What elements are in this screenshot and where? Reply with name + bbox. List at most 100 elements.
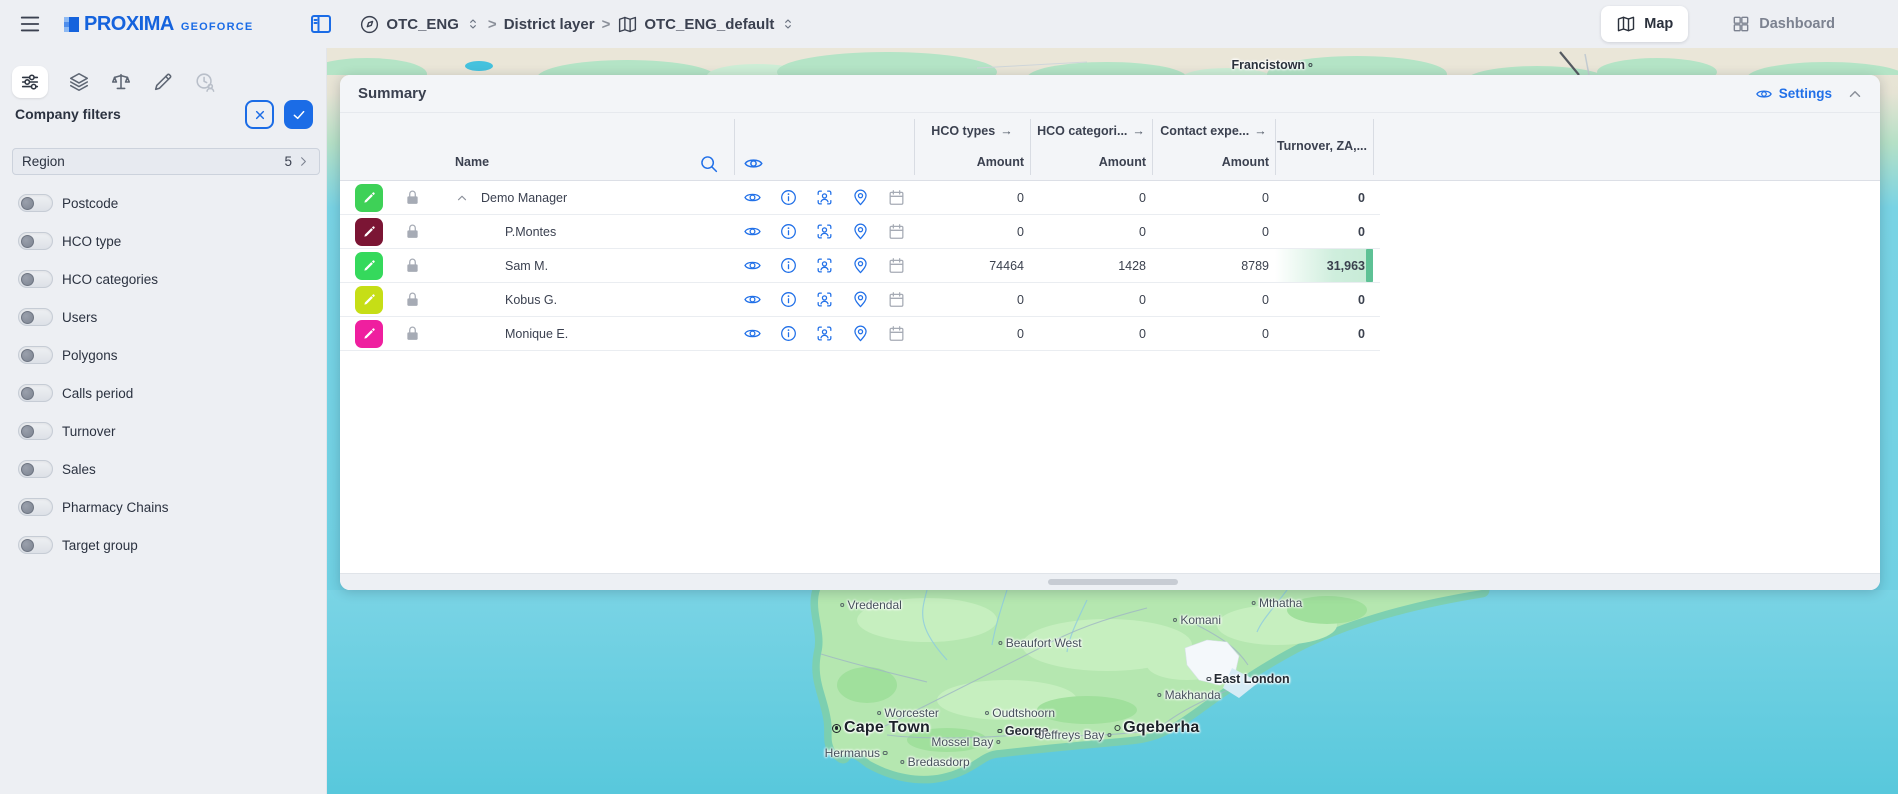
map-canvas[interactable]: VredendalMthathaKomaniBeaufort WestEast … [327, 590, 1898, 794]
column-amount[interactable]: Amount [914, 155, 1030, 173]
breadcrumb-layer[interactable]: District layer [504, 16, 595, 33]
lock-button[interactable] [401, 288, 425, 312]
summary-panel: Summary Settings Name HCO types [340, 75, 1880, 590]
row-info-button[interactable] [776, 186, 800, 210]
row-info-button[interactable] [776, 220, 800, 244]
visibility-column-icon[interactable] [743, 153, 764, 174]
menu-button[interactable] [18, 13, 42, 35]
map-area[interactable]: Francistown [327, 48, 1898, 794]
lock-button[interactable] [401, 322, 425, 346]
toggle-switch[interactable] [18, 194, 53, 212]
color-edit-button[interactable] [355, 218, 383, 246]
lock-button[interactable] [401, 186, 425, 210]
row-visibility-button[interactable] [740, 220, 764, 244]
row-color-cell [340, 215, 390, 248]
table-row[interactable]: Kobus G.0000 [340, 283, 1380, 317]
city-marker-icon [900, 760, 904, 764]
collapse-panel-button[interactable] [1846, 85, 1864, 103]
toggle-switch[interactable] [18, 536, 53, 554]
row-calendar-button[interactable] [884, 220, 908, 244]
scrollbar-thumb[interactable] [1048, 579, 1178, 585]
row-visibility-button[interactable] [740, 322, 764, 346]
tool-layers-button[interactable] [68, 71, 90, 93]
row-locate-button[interactable] [848, 186, 872, 210]
city-marker-icon [883, 751, 887, 755]
lock-icon [403, 324, 422, 343]
panel-toggle-button[interactable] [309, 12, 333, 36]
toggle-switch[interactable] [18, 460, 53, 478]
tool-filters-button[interactable] [12, 66, 48, 98]
map-selector[interactable]: OTC_ENG_default [617, 14, 796, 35]
row-calendar-button[interactable] [884, 322, 908, 346]
toggle-switch[interactable] [18, 270, 53, 288]
color-edit-button[interactable] [355, 252, 383, 280]
city-name: Vredendal [848, 598, 902, 612]
group-label: HCO types [931, 124, 995, 138]
lock-button[interactable] [401, 254, 425, 278]
map-city-label: Makhanda [1157, 688, 1220, 702]
toggle-switch[interactable] [18, 384, 53, 402]
row-focus-button[interactable] [812, 288, 836, 312]
color-edit-button[interactable] [355, 184, 383, 212]
apply-filters-checkbox[interactable] [284, 100, 313, 129]
column-turnover[interactable]: Turnover, ZA,... [1265, 139, 1367, 153]
row-info-button[interactable] [776, 322, 800, 346]
tool-compare-button[interactable] [110, 71, 132, 93]
row-visibility-button[interactable] [740, 288, 764, 312]
toggle-switch[interactable] [18, 232, 53, 250]
city-marker-icon [1308, 63, 1313, 68]
table-row[interactable]: P.Montes0000 [340, 215, 1380, 249]
toggle-switch[interactable] [18, 346, 53, 364]
column-group-hco-categories[interactable]: HCO categori... → [1030, 121, 1152, 141]
row-visibility-button[interactable] [740, 186, 764, 210]
column-amount[interactable]: Amount [1152, 155, 1275, 173]
column-name[interactable]: Name [455, 155, 489, 169]
project-selector[interactable]: OTC_ENG [359, 14, 481, 35]
column-amount[interactable]: Amount [1030, 155, 1152, 173]
tool-history-button[interactable] [194, 71, 216, 93]
toggle-switch[interactable] [18, 498, 53, 516]
row-info-button[interactable] [776, 288, 800, 312]
tool-draw-button[interactable] [152, 71, 174, 93]
dashboard-grid-icon [1731, 14, 1751, 34]
table-row[interactable]: Sam M.744641428878931,963 [340, 249, 1380, 283]
column-group-hco-types[interactable]: HCO types → [914, 121, 1030, 141]
toggle-switch[interactable] [18, 308, 53, 326]
row-focus-button[interactable] [812, 254, 836, 278]
row-locate-button[interactable] [848, 322, 872, 346]
row-visibility-button[interactable] [740, 254, 764, 278]
row-focus-button[interactable] [812, 186, 836, 210]
city-marker-icon [877, 711, 881, 715]
city-marker-icon [998, 641, 1002, 645]
row-locate-button[interactable] [848, 254, 872, 278]
clear-filters-button[interactable] [245, 100, 274, 129]
column-group-contact-expenses[interactable]: Contact expe... → [1152, 121, 1275, 141]
city-marker-icon [1206, 677, 1211, 682]
city-name: Gqeberha [1123, 719, 1199, 737]
map-city-label: Jeffreys Bay [1038, 728, 1111, 742]
search-icon[interactable] [698, 153, 719, 174]
filter-region-button[interactable]: Region 5 [12, 148, 320, 175]
toggle-label: Calls period [62, 386, 133, 401]
lock-button[interactable] [401, 220, 425, 244]
collapse-chevron-button[interactable] [455, 191, 471, 205]
row-focus-button[interactable] [812, 322, 836, 346]
panel-header-actions: Settings [1755, 85, 1868, 103]
settings-button[interactable]: Settings [1755, 85, 1832, 103]
row-info-button[interactable] [776, 254, 800, 278]
tab-map[interactable]: Map [1601, 6, 1688, 42]
row-calendar-button[interactable] [884, 254, 908, 278]
toggle-switch[interactable] [18, 422, 53, 440]
color-edit-button[interactable] [355, 286, 383, 314]
tab-dashboard[interactable]: Dashboard [1716, 6, 1850, 42]
row-locate-button[interactable] [848, 220, 872, 244]
row-calendar-button[interactable] [884, 288, 908, 312]
panel-scrollbar [340, 573, 1880, 590]
color-edit-button[interactable] [355, 320, 383, 348]
row-focus-button[interactable] [812, 220, 836, 244]
table-row[interactable]: Demo Manager0000 [340, 181, 1380, 215]
row-locate-button[interactable] [848, 288, 872, 312]
row-calendar-button[interactable] [884, 186, 908, 210]
toggle-label: HCO type [62, 234, 121, 249]
table-row[interactable]: Monique E.0000 [340, 317, 1380, 351]
